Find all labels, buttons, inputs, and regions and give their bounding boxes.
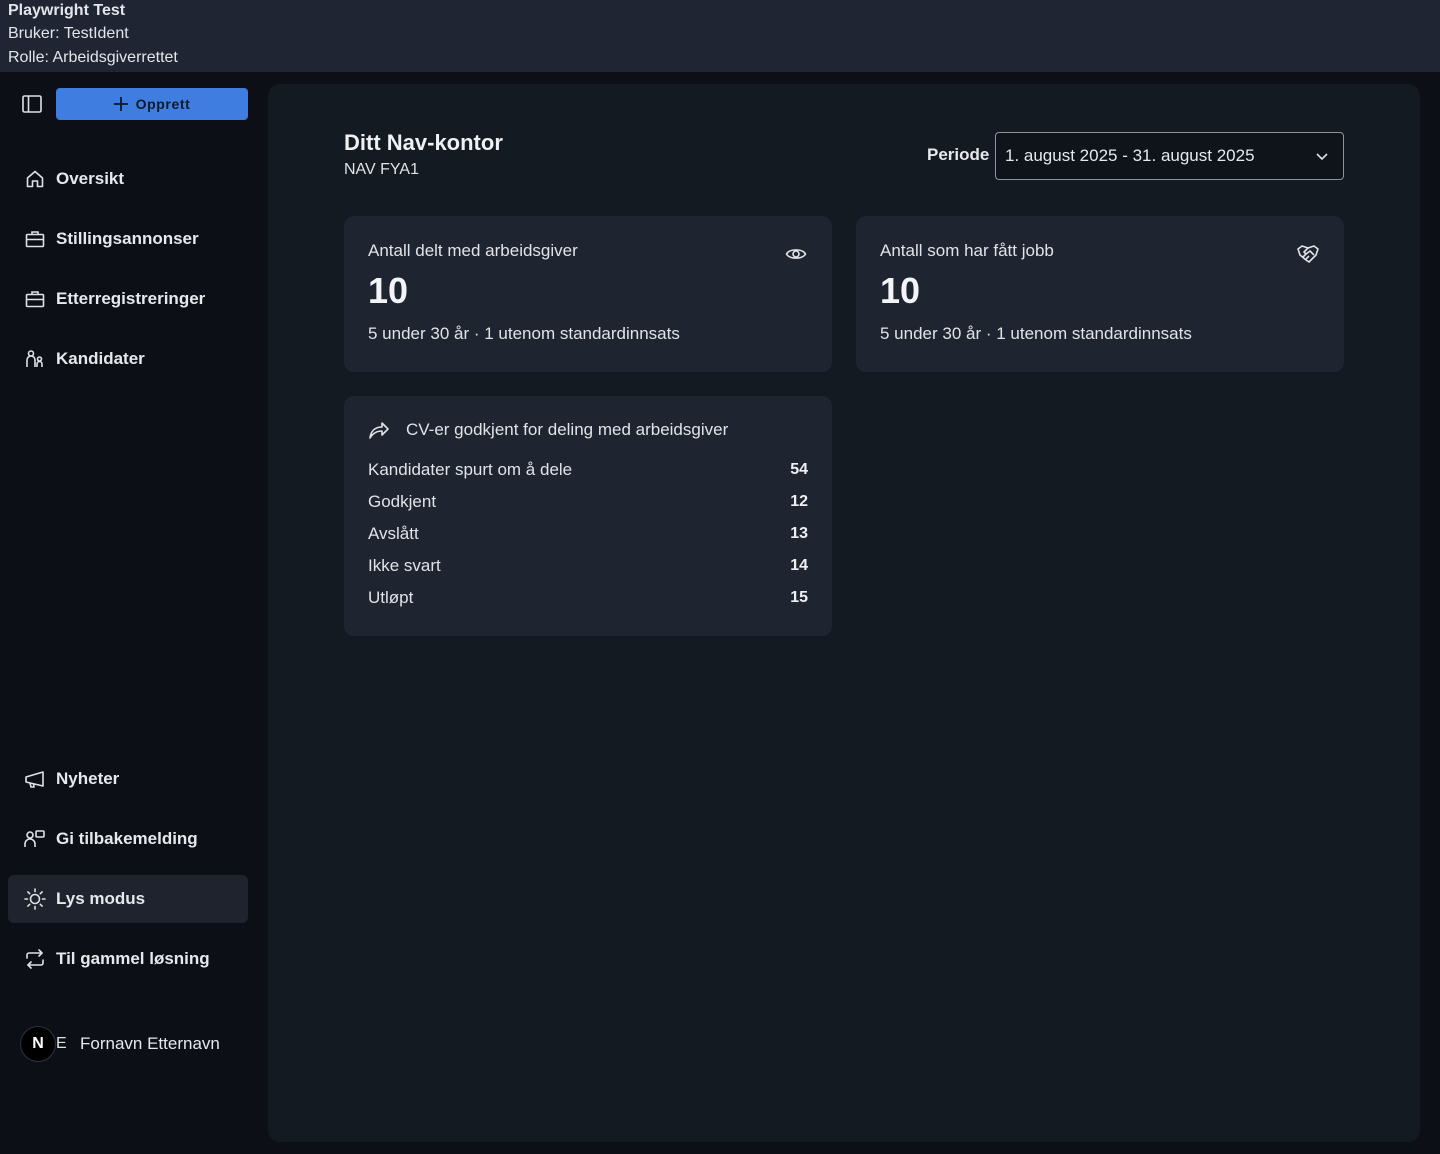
row-value: 14 xyxy=(790,557,808,574)
cv-card-title: CV-er godkjent for deling med arbeidsgiv… xyxy=(406,420,729,439)
row-label: Avslått xyxy=(368,524,419,543)
sidebar-item-label: Gi tilbakemelding xyxy=(56,829,198,848)
sidebar-header: Opprett xyxy=(8,88,248,120)
chevron-down-icon xyxy=(1316,153,1328,161)
user-profile[interactable]: N E Fornavn Etternavn xyxy=(20,1024,220,1064)
row-label: Utløpt xyxy=(368,588,414,607)
feedback-icon xyxy=(24,828,46,850)
sidebar-item-label: Oversikt xyxy=(56,169,125,188)
sidebar-item-nyheter[interactable]: Nyheter xyxy=(8,755,248,803)
test-user-banner: Playwright Test Bruker: TestIdent Rolle:… xyxy=(0,0,1440,72)
sidebar-item-stillingsannonser[interactable]: Stillingsannonser xyxy=(8,215,248,263)
stat-card-hired: Antall som har fått jobb 10 5 under 30 å… xyxy=(856,216,1344,372)
avatar-initial: E xyxy=(56,1035,67,1052)
eye-icon xyxy=(784,242,808,266)
create-button-label: Opprett xyxy=(135,96,191,112)
list-item: Godkjent 12 xyxy=(368,490,808,522)
sidebar-toggle-button[interactable] xyxy=(20,92,44,116)
period-select[interactable]: 1. august 2025 - 31. august 2025 xyxy=(995,132,1344,180)
period-label: Periode xyxy=(927,145,990,164)
create-button[interactable]: Opprett xyxy=(56,88,248,120)
handshake-icon xyxy=(1296,242,1320,266)
list-item: Avslått 13 xyxy=(368,522,808,554)
sidebar-panel-icon xyxy=(22,95,42,113)
sidebar-item-label: Stillingsannonser xyxy=(56,229,199,248)
megaphone-icon xyxy=(24,768,46,790)
share-arrow-icon xyxy=(369,422,389,439)
swap-icon xyxy=(24,948,46,970)
briefcase-icon xyxy=(24,228,46,250)
page-title: Ditt Nav-kontor xyxy=(344,130,503,155)
cv-approval-card: CV-er godkjent for deling med arbeidsgiv… xyxy=(344,396,832,636)
row-label: Ikke svart xyxy=(368,556,441,575)
list-item: Utløpt 15 xyxy=(368,586,808,618)
stat-value: 10 xyxy=(880,270,921,311)
sidebar-item-label: Til gammel løsning xyxy=(56,949,210,968)
row-label: Godkjent xyxy=(368,492,437,511)
sidebar-item-label: Etterregistreringer xyxy=(56,289,206,308)
people-icon xyxy=(24,348,46,370)
sidebar-item-kandidater[interactable]: Kandidater xyxy=(8,335,248,383)
banner-title: Playwright Test xyxy=(8,2,126,19)
sidebar-item-gi-tilbakemelding[interactable]: Gi tilbakemelding xyxy=(8,815,248,863)
row-value: 54 xyxy=(790,461,808,478)
sidebar-item-label: Nyheter xyxy=(56,769,120,788)
home-icon xyxy=(24,168,46,190)
plus-icon xyxy=(113,97,128,111)
row-value: 15 xyxy=(790,589,808,606)
sun-icon xyxy=(24,888,46,910)
user-name: Fornavn Etternavn xyxy=(80,1034,220,1053)
cv-card-header: CV-er godkjent for deling med arbeidsgiv… xyxy=(368,420,728,440)
row-label: Kandidater spurt om å dele xyxy=(368,460,573,479)
sidebar-item-lys-modus[interactable]: Lys modus xyxy=(8,875,248,923)
stat-card-shared: Antall delt med arbeidsgiver 10 5 under … xyxy=(344,216,832,372)
row-value: 13 xyxy=(790,525,808,542)
avatar-letter: N xyxy=(32,1035,44,1052)
avatar: N xyxy=(20,1026,56,1062)
sidebar-item-label: Kandidater xyxy=(56,349,145,368)
period-value: 1. august 2025 - 31. august 2025 xyxy=(1005,146,1255,165)
office-name: NAV FYA1 xyxy=(344,161,419,178)
stat-note: 5 under 30 år · 1 utenom standardinnsats xyxy=(880,324,1192,343)
stat-note: 5 under 30 år · 1 utenom standardinnsats xyxy=(368,324,680,343)
sidebar-item-oversikt[interactable]: Oversikt xyxy=(8,155,248,203)
banner-user: Bruker: TestIdent xyxy=(8,25,129,42)
cv-stats-list: Kandidater spurt om å dele 54 Godkjent 1… xyxy=(368,458,808,618)
banner-role: Rolle: Arbeidsgiverrettet xyxy=(8,49,178,66)
list-item: Ikke svart 14 xyxy=(368,554,808,586)
stat-value: 10 xyxy=(368,270,409,311)
sidebar-item-label: Lys modus xyxy=(56,889,146,908)
stat-label: Antall som har fått jobb xyxy=(880,241,1054,260)
sidebar-item-til-gammel-losning[interactable]: Til gammel løsning xyxy=(8,935,248,983)
sidebar-item-etterregistreringer[interactable]: Etterregistreringer xyxy=(8,275,248,323)
list-item: Kandidater spurt om å dele 54 xyxy=(368,458,808,490)
row-value: 12 xyxy=(790,493,808,510)
main-panel: Ditt Nav-kontor NAV FYA1 Periode 1. augu… xyxy=(268,84,1420,1142)
sidebar: Opprett Oversikt Stillingsannonser Etter… xyxy=(0,72,268,1154)
briefcase-icon xyxy=(24,288,46,310)
stat-label: Antall delt med arbeidsgiver xyxy=(368,241,578,260)
